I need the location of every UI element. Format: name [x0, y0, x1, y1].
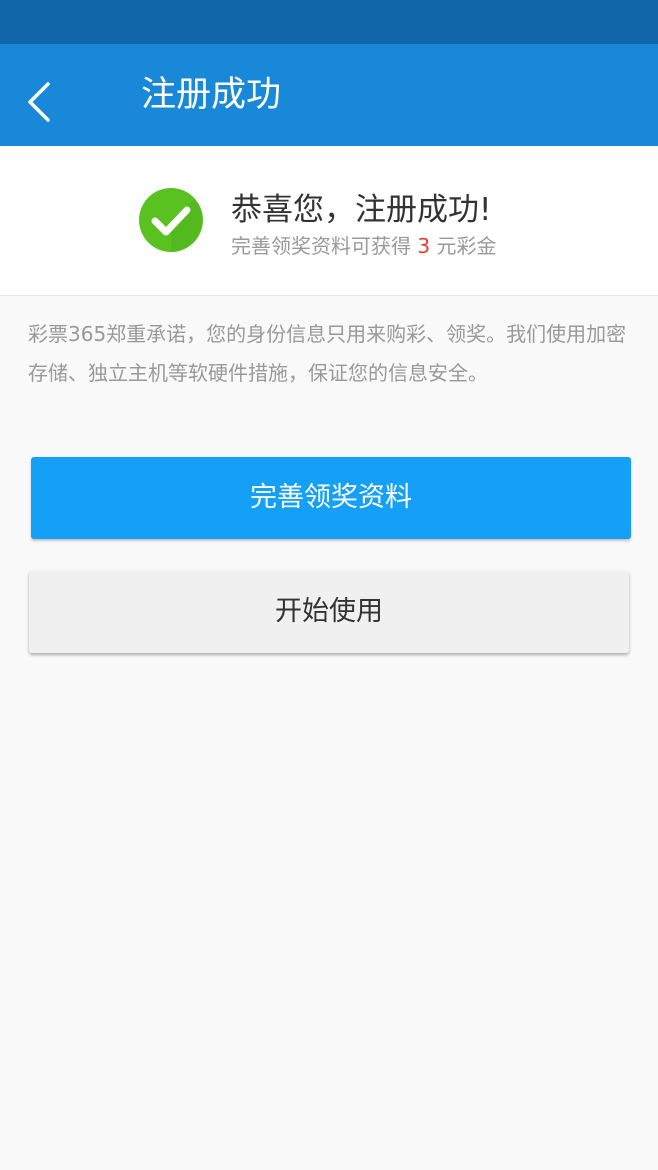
check-circle-icon [139, 188, 203, 252]
page-title: 注册成功 [141, 75, 282, 115]
chevron-left-icon [28, 82, 50, 122]
privacy-promise-text: 彩票365郑重承诺，您的身份信息只用来购彩、领奖。我们使用加密存储、独立主机等软… [28, 322, 627, 385]
status-bar [0, 0, 658, 44]
subtitle-suffix: 元彩金 [436, 234, 497, 258]
start-using-button[interactable]: 开始使用 [29, 571, 629, 653]
subtitle-prefix: 完善领奖资料可获得 [231, 234, 411, 258]
success-subtitle: 完善领奖资料可获得 3 元彩金 [231, 230, 496, 259]
success-card: 恭喜您，注册成功! 完善领奖资料可获得 3 元彩金 [0, 146, 658, 296]
nav-bar: 注册成功 [0, 44, 658, 146]
back-button[interactable] [14, 72, 66, 124]
success-title: 恭喜您，注册成功! [231, 192, 492, 228]
complete-profile-button[interactable]: 完善领奖资料 [31, 457, 631, 539]
bonus-amount: 3 [417, 234, 431, 258]
